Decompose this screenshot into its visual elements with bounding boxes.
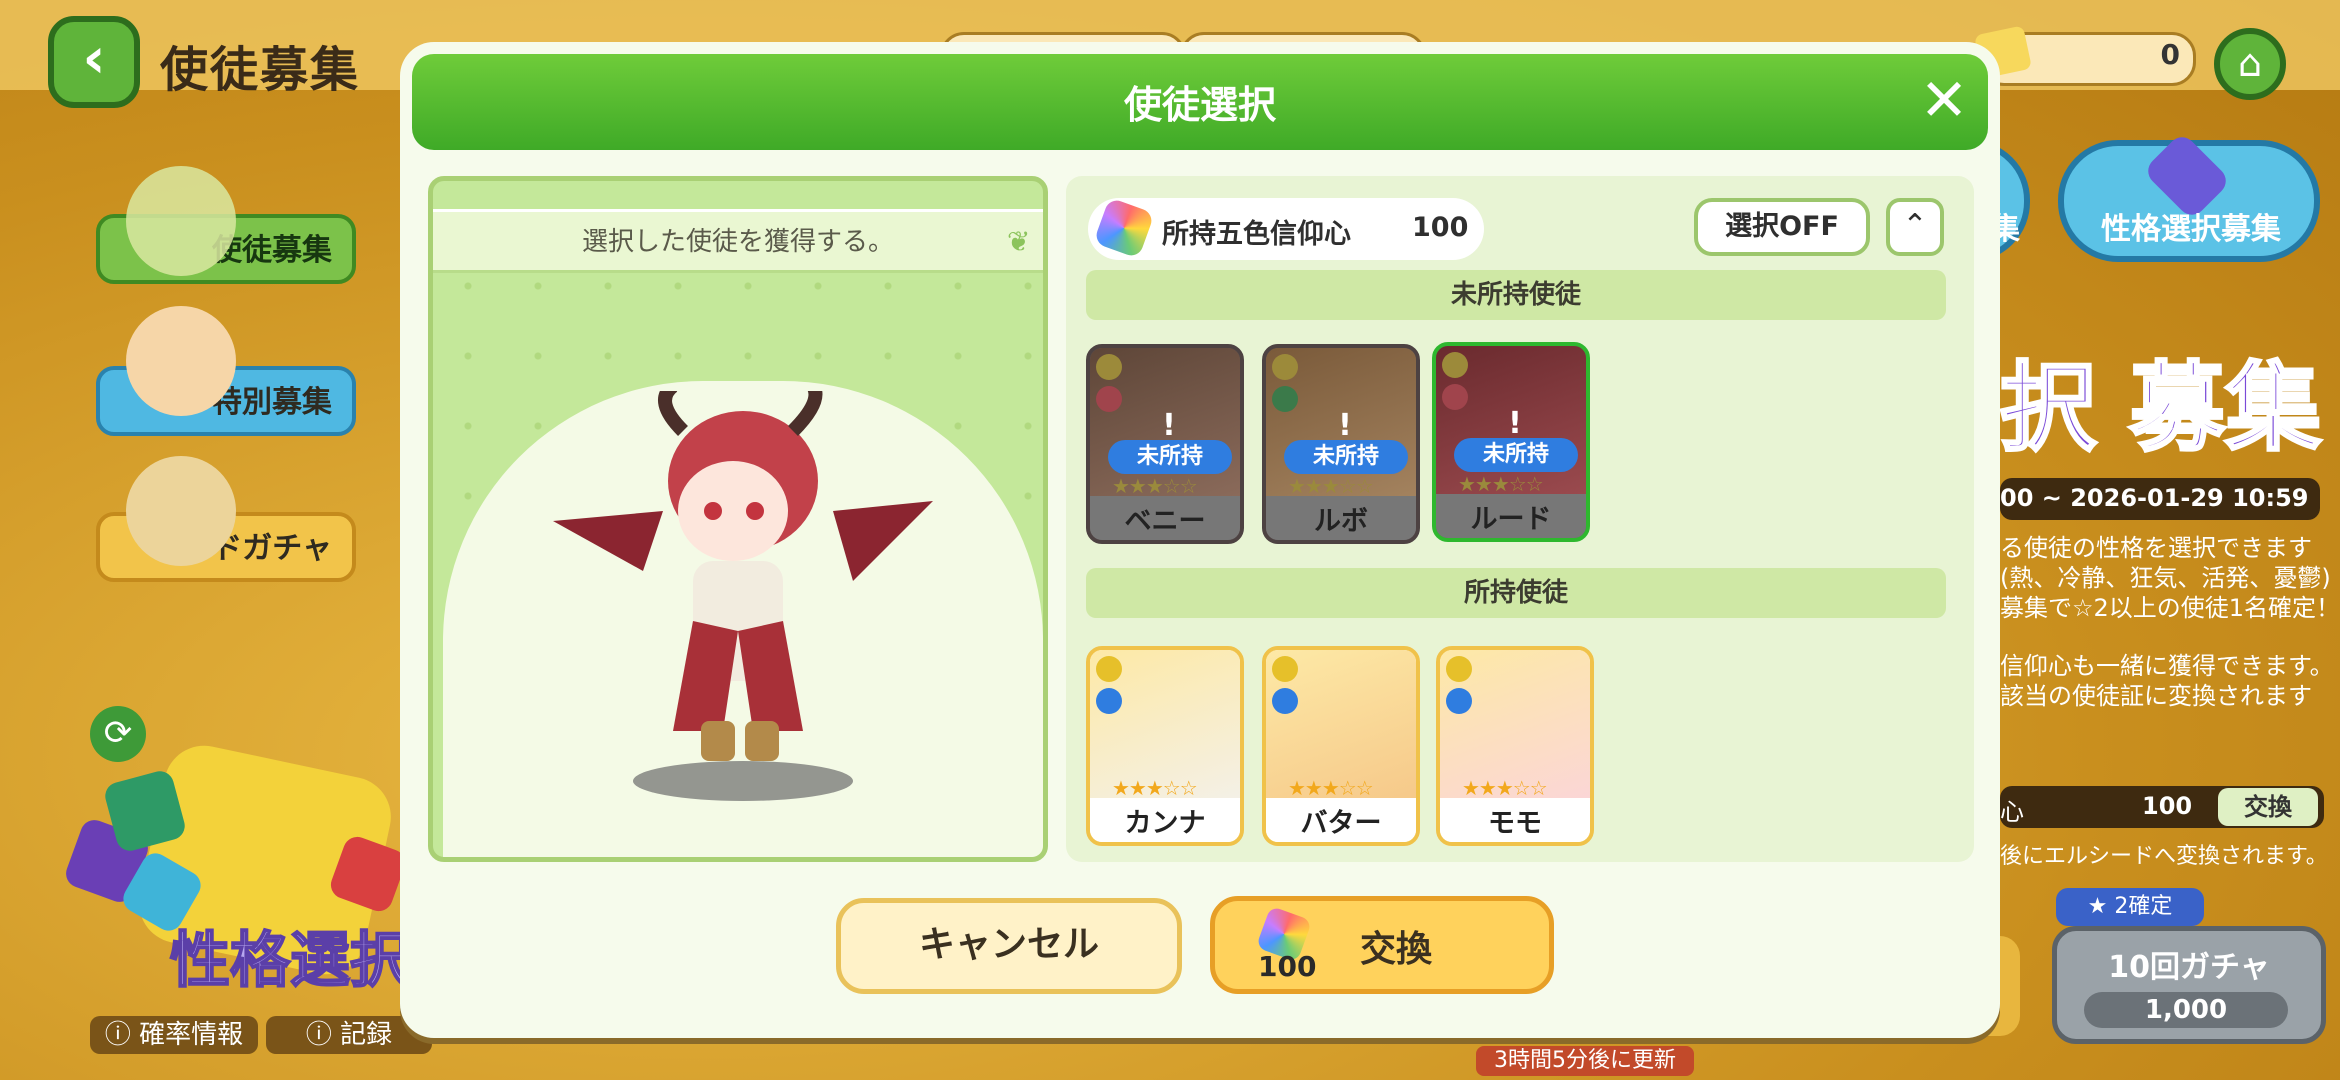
unowned-card-3-selected[interactable]: ! 未所持 ★★★☆☆ ルード — [1432, 342, 1590, 542]
rarity-stars: ★★★☆☆ — [1288, 474, 1374, 498]
exclamation-icon: ! — [1162, 408, 1176, 443]
unowned-badge: 未所持 — [1454, 438, 1578, 472]
card-name: ベニー — [1090, 496, 1240, 540]
modal-title: 使徒選択 — [1123, 83, 1276, 127]
light-attr-icon — [1442, 352, 1468, 378]
exchange-cost: 100 — [1258, 950, 1317, 983]
light-attr-icon — [1096, 354, 1122, 380]
speed-attr-icon — [1272, 688, 1298, 714]
unowned-badge: 未所持 — [1108, 440, 1232, 474]
unowned-badge: 未所持 — [1284, 440, 1408, 474]
rarity-stars: ★★★☆☆ — [1462, 776, 1548, 800]
gem-count: 100 — [1412, 212, 1469, 243]
exclamation-icon: ! — [1508, 406, 1522, 441]
close-icon: ✕ — [1919, 66, 1969, 134]
double-chevron-up-icon: ⌃ — [1902, 208, 1928, 243]
close-button[interactable]: ✕ — [1912, 68, 1976, 132]
character-preview: 選択した使徒を獲得する。 ❦ — [428, 176, 1048, 862]
card-name: モモ — [1440, 798, 1590, 842]
rarity-stars: ★★★☆☆ — [1458, 472, 1544, 496]
support-attr-icon — [1272, 386, 1298, 412]
light-attr-icon — [1446, 656, 1472, 682]
rarity-stars: ★★★☆☆ — [1112, 776, 1198, 800]
unowned-section-header: 未所持使徒 — [1086, 270, 1946, 320]
rarity-stars: ★★★☆☆ — [1112, 474, 1198, 498]
unowned-card-1[interactable]: ! 未所持 ★★★☆☆ ベニー — [1086, 344, 1244, 544]
speed-attr-icon — [1446, 688, 1472, 714]
card-name: カンナ — [1090, 798, 1240, 842]
unowned-card-2[interactable]: ! 未所持 ★★★☆☆ ルボ — [1262, 344, 1420, 544]
exclamation-icon: ! — [1338, 408, 1352, 443]
light-attr-icon — [1272, 656, 1298, 682]
attack-attr-icon — [1442, 384, 1468, 410]
owned-section-header: 所持使徒 — [1086, 568, 1946, 618]
owned-card-1[interactable]: ★★★☆☆ カンナ — [1086, 646, 1244, 846]
light-attr-icon — [1272, 354, 1298, 380]
rarity-stars: ★★★☆☆ — [1288, 776, 1374, 800]
collapse-button[interactable]: ⌃ — [1886, 198, 1944, 256]
preview-caption: 選択した使徒を獲得する。 — [581, 227, 894, 257]
speed-attr-icon — [1096, 688, 1122, 714]
exchange-label: 交換 — [1360, 929, 1433, 970]
owned-card-2[interactable]: ★★★☆☆ バター — [1262, 646, 1420, 846]
light-attr-icon — [1096, 656, 1122, 682]
owned-card-3[interactable]: ★★★☆☆ モモ — [1436, 646, 1594, 846]
card-name: バター — [1266, 798, 1416, 842]
card-name: ルード — [1436, 494, 1586, 538]
leaf-icon: ❦ — [1007, 225, 1031, 258]
cancel-button[interactable]: キャンセル — [836, 898, 1182, 994]
gem-label: 所持五色信仰心 — [1162, 219, 1351, 250]
card-name: ルボ — [1266, 496, 1416, 540]
select-off-button[interactable]: 選択OFF — [1694, 198, 1870, 256]
character-portrait — [553, 391, 933, 761]
attack-attr-icon — [1096, 386, 1122, 412]
